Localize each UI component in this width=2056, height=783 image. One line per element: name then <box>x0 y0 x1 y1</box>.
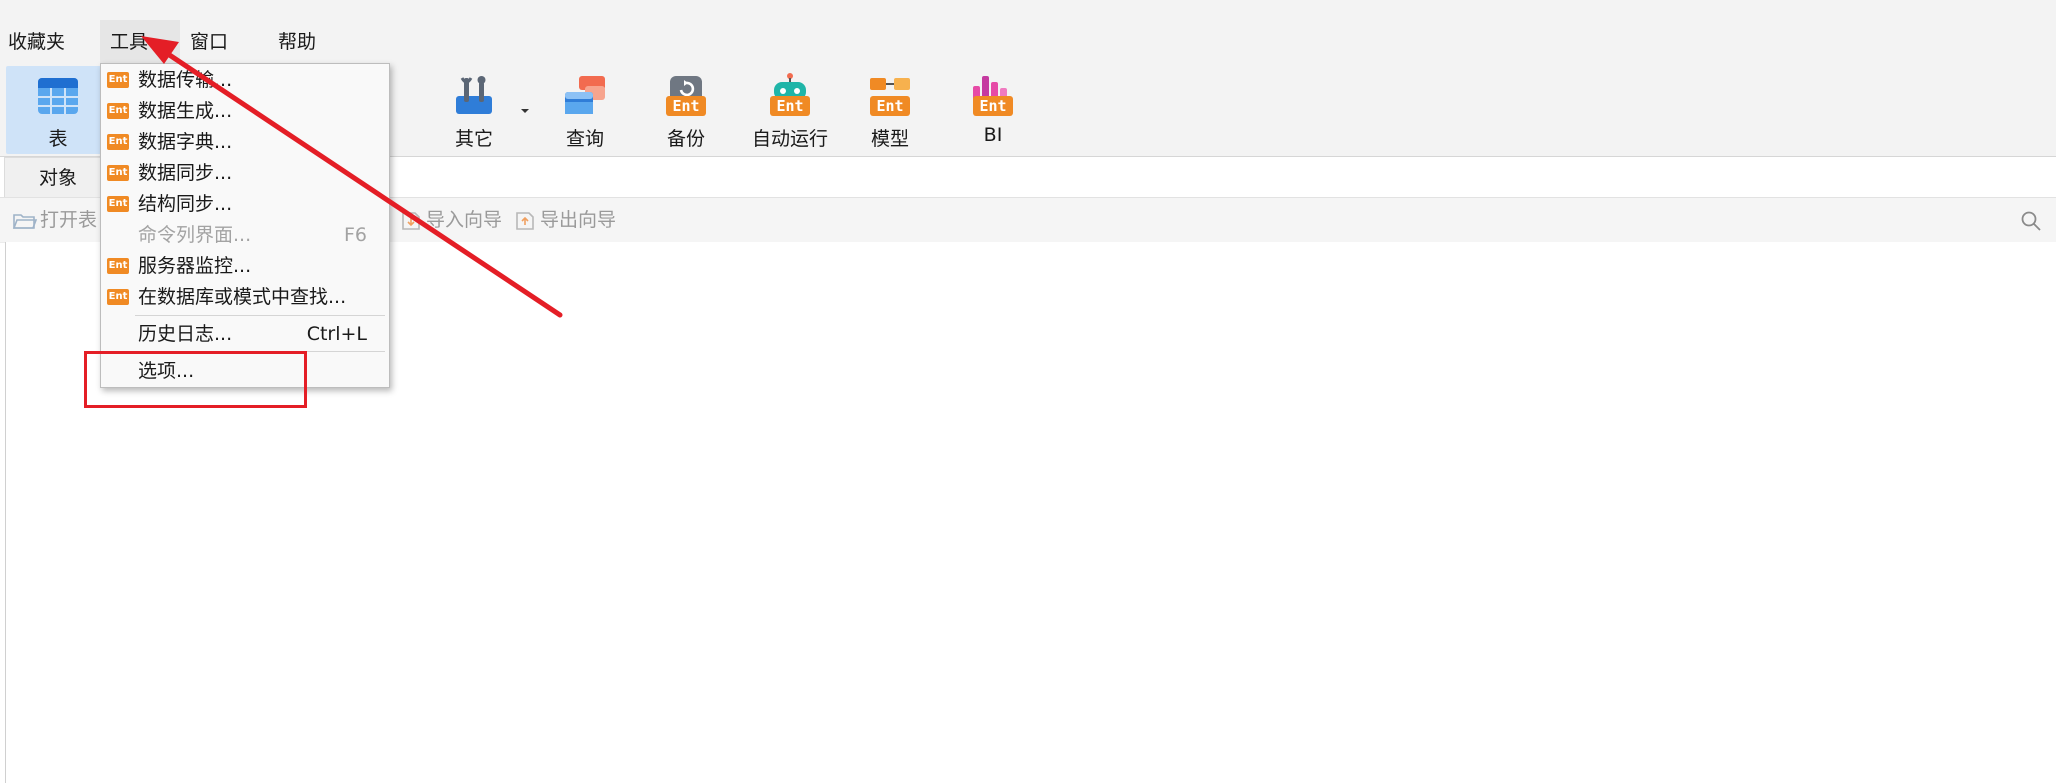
export-icon <box>516 211 534 230</box>
robot-icon: Ent <box>770 73 810 116</box>
ent-badge-icon: Ent <box>107 134 129 150</box>
model-button[interactable]: Ent 模型 <box>850 66 930 154</box>
query-icon <box>565 76 605 114</box>
bi-label: BI <box>983 124 1003 146</box>
options-highlight-box <box>84 351 307 408</box>
ent-badge-icon: Ent <box>107 196 129 212</box>
shortcut-f6: F6 <box>343 224 367 246</box>
query-label: 查询 <box>565 128 604 150</box>
menu-bar: 收藏夹 工具 窗口 帮助 <box>0 20 2056 64</box>
other-button[interactable]: 其它 <box>430 66 518 154</box>
query-button[interactable]: 查询 <box>545 66 625 154</box>
window-title-bar <box>0 0 2056 20</box>
export-wizard-label: 导出向导 <box>540 209 617 231</box>
bi-chart-icon: Ent <box>973 76 1013 116</box>
menu-item-data-sync[interactable]: Ent 数据同步... <box>101 158 389 188</box>
menu-item-history-log[interactable]: 历史日志... Ctrl+L <box>101 319 389 349</box>
menu-item-data-dictionary[interactable]: Ent 数据字典... <box>101 127 389 157</box>
shortcut-ctrl-l: Ctrl+L <box>306 323 367 345</box>
model-icon: Ent <box>870 78 910 116</box>
export-wizard-button[interactable]: 导出向导 <box>512 198 616 242</box>
ent-badge-icon: Ent <box>107 258 129 274</box>
menu-item-command-line: 命令列界面... F6 <box>101 220 389 250</box>
ent-badge-icon: Ent <box>107 72 129 88</box>
backup-label: 备份 <box>666 128 705 150</box>
svg-text:Ent: Ent <box>776 97 803 115</box>
tools-icon <box>456 76 492 114</box>
import-wizard-label: 导入向导 <box>426 209 503 231</box>
import-wizard-button[interactable]: 导入向导 <box>398 198 502 242</box>
svg-text:Ent: Ent <box>672 97 699 115</box>
folder-open-icon <box>12 213 38 229</box>
menu-window[interactable]: 窗口 <box>180 20 238 64</box>
bi-button[interactable]: Ent BI <box>953 66 1033 154</box>
menu-favorites[interactable]: 收藏夹 <box>0 20 75 64</box>
tools-dropdown-menu: Ent 数据传输... Ent 数据生成... Ent 数据字典... Ent … <box>100 63 390 388</box>
table-button[interactable]: 表 <box>6 66 110 154</box>
menu-separator <box>135 315 385 316</box>
ent-badge-icon: Ent <box>107 289 129 305</box>
open-table-label: 打开表 <box>40 209 98 231</box>
search-icon[interactable] <box>2020 210 2042 232</box>
other-label: 其它 <box>454 128 493 150</box>
ent-badge-icon: Ent <box>107 165 129 181</box>
menu-help[interactable]: 帮助 <box>268 20 326 64</box>
svg-text:Ent: Ent <box>979 97 1006 115</box>
tab-objects[interactable]: 对象 <box>4 157 112 197</box>
menu-item-data-generation[interactable]: Ent 数据生成... <box>101 96 389 126</box>
table-label: 表 <box>48 128 68 150</box>
automation-label: 自动运行 <box>751 128 828 150</box>
menu-tools[interactable]: 工具 <box>100 20 180 64</box>
menu-item-structure-sync[interactable]: Ent 结构同步... <box>101 189 389 219</box>
table-icon <box>38 78 78 114</box>
ent-badge-icon: Ent <box>107 103 129 119</box>
automation-button[interactable]: Ent 自动运行 <box>740 66 840 154</box>
menu-item-server-monitor[interactable]: Ent 服务器监控... <box>101 251 389 281</box>
open-table-button[interactable]: 打开表 <box>12 198 97 242</box>
svg-text:Ent: Ent <box>876 97 903 115</box>
model-label: 模型 <box>870 128 909 150</box>
import-icon <box>402 211 420 230</box>
menu-item-data-transfer[interactable]: Ent 数据传输... <box>101 65 389 95</box>
backup-button[interactable]: Ent 备份 <box>646 66 726 154</box>
other-dropdown-caret-icon[interactable] <box>518 104 532 118</box>
backup-icon: Ent <box>666 76 706 116</box>
menu-item-find-in-database[interactable]: Ent 在数据库或模式中查找... <box>101 282 389 312</box>
